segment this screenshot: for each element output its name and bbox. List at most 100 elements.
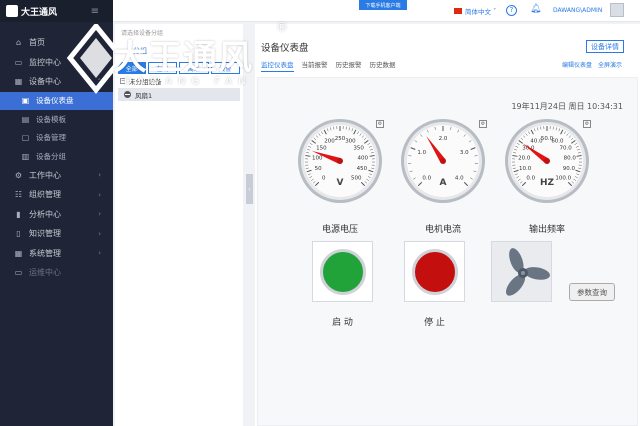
- template-icon: ▤: [21, 114, 30, 124]
- gauge-tick-label: 60.0: [551, 139, 564, 145]
- tab-bar: 监控仪表盘 当前报警 历史报警 历史数据: [261, 59, 396, 72]
- fan-icon: [505, 248, 550, 296]
- sidebar-sub-device-manage[interactable]: ▢ 设备管理: [0, 129, 113, 148]
- chevron-right-icon: ›: [98, 171, 101, 180]
- sidebar-item-home[interactable]: ⌂ 首页: [0, 33, 113, 53]
- gauge-tick-label: 20.0: [518, 155, 531, 161]
- start-label: 启 动: [332, 318, 353, 328]
- brand-logo-icon: [6, 5, 18, 17]
- gauge-tick-label: 70.0: [559, 145, 572, 151]
- device-tree-panel: 请选择设备分组 + 分组 全部 在线 离线 报警 − 未分组设备 风扇1: [115, 24, 243, 426]
- home-icon: ⌂: [15, 38, 22, 48]
- sidebar-item-knowledge[interactable]: ▯ 知识管理 ›: [0, 224, 113, 244]
- gauge-tick-label: 3.0: [460, 150, 469, 156]
- knowledge-icon: ▯: [16, 229, 21, 239]
- chevron-down-icon: ˅: [493, 7, 497, 15]
- gauge-unit-label: HZ: [540, 178, 555, 188]
- chevron-right-icon: ›: [98, 210, 101, 219]
- gauge-settings-icon[interactable]: ⚙: [479, 120, 487, 128]
- download-app-button[interactable]: 下载手机客户端: [359, 0, 407, 10]
- tree-node-ungrouped[interactable]: − 未分组设备: [115, 75, 243, 87]
- sidebar-sub-template[interactable]: ▤ 设备模板: [0, 110, 113, 129]
- group-icon: ▥: [21, 151, 30, 161]
- sidebar-item-device-center[interactable]: ▦ 设备中心 ˄: [0, 72, 113, 92]
- gauge-tick-label: 90.0: [563, 166, 576, 172]
- help-icon[interactable]: ?: [506, 5, 517, 16]
- collapse-icon[interactable]: −: [120, 78, 126, 84]
- filter-online-button[interactable]: 在线: [147, 62, 177, 74]
- sidebar-item-monitor[interactable]: ▭ 监控中心: [0, 53, 113, 73]
- start-lamp[interactable]: [319, 248, 366, 295]
- edit-dashboard-link[interactable]: 编辑仪表盘: [562, 60, 592, 69]
- sidebar-sub-device-group[interactable]: ▥ 设备分组: [0, 147, 113, 166]
- add-group-link[interactable]: + 分组: [115, 40, 243, 62]
- bell-icon[interactable]: 🔔︎: [530, 4, 541, 14]
- gauge-hub: [544, 158, 550, 164]
- fullscreen-link[interactable]: 全屏演示: [598, 60, 622, 69]
- grid-icon: ▦: [14, 77, 23, 87]
- gauge-settings-icon[interactable]: ⚙: [583, 120, 591, 128]
- voltage-caption: 电源电压: [321, 225, 358, 235]
- stop-lamp-box[interactable]: [404, 241, 465, 302]
- sidebar-item-analysis[interactable]: ▮ 分析中心 ›: [0, 205, 113, 225]
- device-detail-button[interactable]: 设备详情: [586, 40, 624, 53]
- gauge-hub: [440, 158, 446, 164]
- gauge-tick-label: 100.0: [555, 175, 571, 181]
- dashboard-icon: ▣: [21, 96, 30, 106]
- tree-header: 请选择设备分组: [121, 30, 164, 37]
- brand-name: 大王通风: [21, 7, 58, 18]
- voltage-gauge: 050 100 150200 250 300350 400 450 500 V: [298, 119, 382, 203]
- gauge-tick-label: 500: [351, 175, 362, 181]
- sidebar-item-org[interactable]: ☷ 组织管理 ›: [0, 185, 113, 205]
- gauge-tick-label: 400: [357, 155, 368, 161]
- gauge-tick-label: 2.0: [439, 136, 448, 142]
- chevron-right-icon: ›: [98, 249, 101, 258]
- gauge-tick-label: 50: [315, 166, 322, 172]
- current-caption: 电机电流: [424, 225, 461, 235]
- gauge-unit-label: A: [440, 178, 447, 188]
- user-name[interactable]: DAWANG\ADMIN: [553, 7, 602, 14]
- sidebar-sub-dashboard[interactable]: ▣ 设备仪表盘: [0, 91, 113, 110]
- gauge-hub: [337, 158, 343, 164]
- dashboard-links: 编辑仪表盘 全屏演示: [562, 60, 622, 69]
- device-status-icon: [124, 91, 131, 98]
- analysis-icon: ▮: [16, 209, 21, 219]
- stop-label: 停 止: [424, 318, 445, 328]
- sidebar-logo: 大王通风 ≡: [0, 0, 113, 22]
- monitor-icon: ▭: [14, 57, 23, 67]
- top-bar: 下载手机客户端 简体中文 ˅ ? 🔔︎ DAWANG\ADMIN: [113, 0, 640, 22]
- parameter-query-button[interactable]: 参数查询: [569, 283, 615, 301]
- hamburger-icon[interactable]: ≡: [91, 6, 99, 17]
- tab-monitor-dashboard[interactable]: 监控仪表盘: [261, 59, 294, 72]
- tab-history-data[interactable]: 历史数据: [370, 59, 396, 72]
- sidebar-item-work[interactable]: ⚙ 工作中心 ›: [0, 166, 113, 186]
- ops-icon: ▭: [14, 268, 23, 278]
- filter-alarm-button[interactable]: 报警: [210, 62, 240, 74]
- gauge-tick-label: 1.0: [417, 150, 426, 156]
- sidebar-item-ops[interactable]: ▭ 运维中心: [0, 263, 113, 283]
- tab-current-alarm[interactable]: 当前报警: [302, 59, 328, 72]
- start-lamp-box[interactable]: [312, 241, 373, 302]
- gauge-tick-label: 250: [335, 136, 346, 142]
- avatar[interactable]: [610, 3, 624, 17]
- sidebar-item-system[interactable]: ▦ 系统管理 ›: [0, 244, 113, 264]
- filter-all-button[interactable]: 全部: [118, 62, 146, 74]
- filter-offline-button[interactable]: 离线: [179, 62, 209, 74]
- gauge-tick-label: 300: [345, 139, 356, 145]
- device-icon: ▢: [21, 133, 30, 143]
- tab-history-alarm[interactable]: 历史报警: [336, 59, 362, 72]
- gauge-unit-label: V: [337, 178, 344, 188]
- dashboard-time: 19年11月24日 周日 10:34:31: [511, 102, 623, 111]
- tree-filter-buttons: 全部 在线 离线 报警: [115, 62, 243, 74]
- current-gauge: 0.0 1.0 2.0 3.0 4.0 A: [401, 119, 485, 203]
- stop-lamp[interactable]: [411, 248, 458, 295]
- work-icon: ⚙: [14, 170, 23, 180]
- language-selector[interactable]: 简体中文 ˅: [454, 6, 496, 16]
- chevron-right-icon: ›: [98, 229, 101, 238]
- china-flag-icon: [454, 8, 462, 14]
- tree-node-fan1[interactable]: 风扇1: [118, 88, 240, 101]
- gauge-settings-icon[interactable]: ⚙: [376, 120, 384, 128]
- gauge-tick-label: 100: [312, 155, 323, 161]
- system-icon: ▦: [14, 248, 23, 258]
- panel-collapse-handle[interactable]: ‹: [246, 174, 253, 204]
